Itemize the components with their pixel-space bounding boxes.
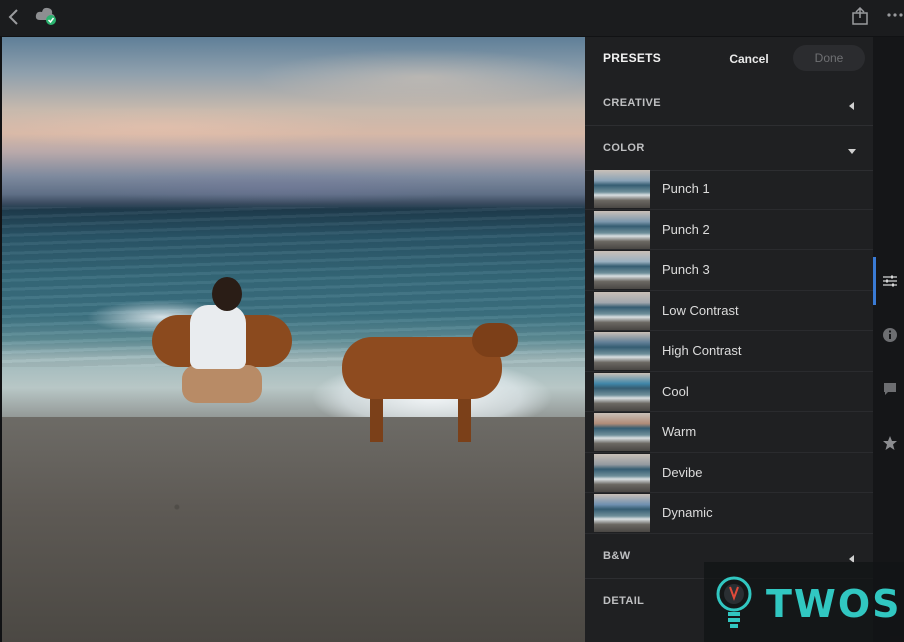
preset-thumbnail <box>594 413 650 451</box>
top-toolbar <box>0 0 904 36</box>
section-label: CREATIVE <box>603 97 662 109</box>
chevron-left-icon <box>847 551 857 563</box>
preset-name: Devibe <box>662 464 703 480</box>
comment-icon[interactable] <box>882 381 898 397</box>
preset-name: Warm <box>662 424 697 439</box>
chevron-down-icon <box>847 143 857 154</box>
info-icon[interactable] <box>882 327 898 343</box>
preset-item[interactable]: Low Contrast <box>585 291 873 331</box>
section-label: DETAIL <box>603 595 645 607</box>
watermark: TWOS <box>704 562 904 642</box>
preset-name: Punch 3 <box>662 262 710 277</box>
preset-item[interactable]: Punch 1 <box>585 169 873 210</box>
presets-panel: PRESETS Cancel Done CREATIVE COLOR Punch… <box>585 37 873 642</box>
preset-item[interactable]: High Contrast <box>585 331 873 372</box>
preset-thumbnail <box>594 291 650 330</box>
sliders-icon[interactable] <box>882 273 898 289</box>
lightbulb-icon <box>714 574 754 632</box>
back-icon[interactable] <box>6 8 22 26</box>
preset-thumbnail <box>594 372 650 411</box>
preset-item[interactable]: Devibe <box>585 453 873 493</box>
done-button[interactable]: Done <box>793 45 865 71</box>
preset-name: Punch 1 <box>662 181 710 196</box>
preset-name: High Contrast <box>662 343 742 358</box>
preset-item[interactable]: Punch 2 <box>585 210 873 250</box>
photo-person-head <box>212 277 242 311</box>
presets-header: PRESETS Cancel Done <box>585 37 873 79</box>
watermark-brand: TWOS <box>766 582 902 626</box>
preset-thumbnail <box>594 170 650 208</box>
right-tool-rail <box>873 37 904 642</box>
share-icon[interactable] <box>851 6 869 25</box>
preset-thumbnail <box>594 453 650 492</box>
preset-thumbnail <box>594 210 650 249</box>
photo-beach <box>2 417 585 642</box>
preset-thumbnail <box>594 251 650 289</box>
photo-dog-right-head <box>472 323 518 357</box>
preset-item[interactable]: Cool <box>585 372 873 412</box>
preset-item[interactable]: Punch 3 <box>585 250 873 291</box>
cloud-sync-icon[interactable] <box>34 6 58 26</box>
photo-person-body <box>190 305 246 369</box>
preset-name: Low Contrast <box>662 302 739 318</box>
panel-title: PRESETS <box>603 51 662 65</box>
preset-list: Punch 1 Punch 2 Punch 3 Low Contrast High Co… <box>585 169 873 534</box>
active-indicator <box>873 257 876 305</box>
preset-name: Cool <box>662 383 689 399</box>
photo-sky <box>2 37 585 207</box>
preset-name: Dynamic <box>662 505 713 520</box>
cancel-button[interactable]: Cancel <box>727 50 771 68</box>
preset-item[interactable]: Warm <box>585 412 873 453</box>
preset-item[interactable]: Dynamic <box>585 493 873 534</box>
section-creative[interactable]: CREATIVE <box>585 81 873 126</box>
section-label: B&W <box>603 550 631 562</box>
section-label: COLOR <box>603 142 645 154</box>
preset-name: Punch 2 <box>662 221 710 237</box>
preset-thumbnail <box>594 494 650 532</box>
photo-person-legs <box>182 365 262 403</box>
photo-canvas[interactable] <box>2 37 585 642</box>
chevron-left-icon <box>847 98 857 110</box>
more-icon[interactable] <box>886 8 904 22</box>
star-icon[interactable] <box>882 435 898 451</box>
preset-thumbnail <box>594 332 650 370</box>
section-color[interactable]: COLOR <box>585 126 873 171</box>
